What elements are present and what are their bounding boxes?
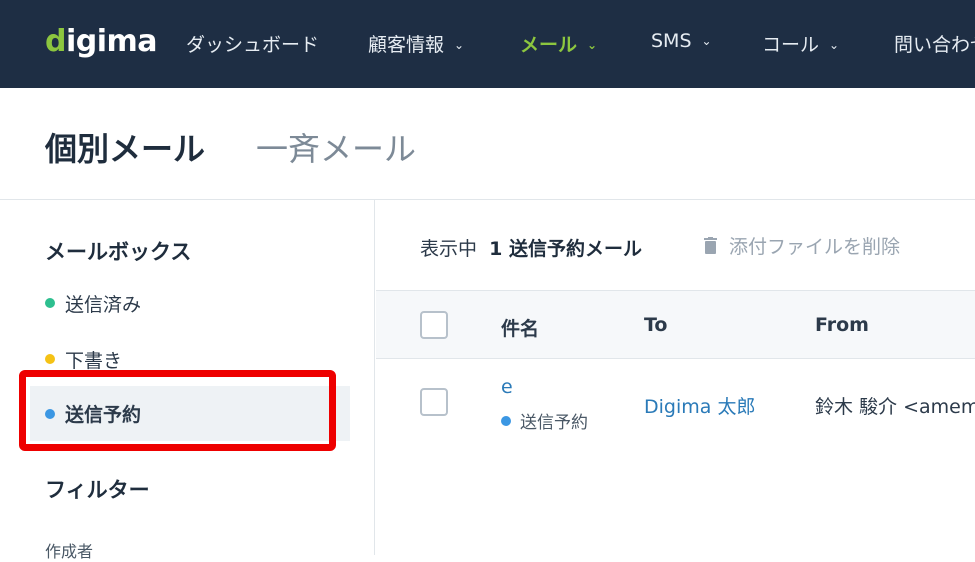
- nav-mail-label: メール: [520, 34, 578, 56]
- trash-icon: [704, 237, 717, 254]
- nav-customer-info-label: 顧客情報: [368, 34, 445, 56]
- delete-attachments-label: 添付ファイルを削除: [729, 236, 901, 258]
- row-status-label: 送信予約: [520, 413, 588, 433]
- nav-customer-info[interactable]: 顧客情報 ⌄: [368, 30, 464, 57]
- status-dot-icon: [45, 354, 55, 364]
- row-status: 送信予約: [501, 408, 588, 433]
- digima-logo[interactable]: digima: [45, 24, 158, 59]
- status-dot-icon: [45, 298, 55, 308]
- top-navigation-bar: digima ダッシュボード 顧客情報 ⌄ メール ⌄ SMS ⌄ コール ⌄ 問い合わ…: [0, 0, 975, 88]
- nav-mail[interactable]: メール ⌄: [520, 30, 597, 57]
- select-all-checkbox[interactable]: [420, 311, 448, 339]
- showing-count: 表示中 1 送信予約メール: [420, 234, 642, 261]
- column-from[interactable]: From: [815, 314, 869, 336]
- sidebar-item-label: 送信済み: [65, 293, 142, 316]
- chevron-down-icon: ⌄: [454, 38, 465, 52]
- row-from: 鈴木 駿介 <amem: [815, 396, 975, 418]
- status-dot-icon: [501, 415, 511, 426]
- showing-prefix: 表示中: [420, 238, 478, 260]
- page-header: 個別メール 一斉メール: [0, 88, 975, 200]
- nav-sms[interactable]: SMS ⌄: [651, 30, 712, 52]
- row-to[interactable]: Digima 太郎: [644, 392, 755, 419]
- nav-call[interactable]: コール ⌄: [762, 30, 839, 57]
- filter-author-label[interactable]: 作成者: [45, 538, 93, 562]
- tab-individual-mail[interactable]: 個別メール: [45, 124, 205, 170]
- delete-attachments-button[interactable]: 添付ファイルを削除: [704, 232, 900, 259]
- filter-heading: フィルター: [45, 478, 150, 502]
- chevron-down-icon: ⌄: [587, 38, 598, 52]
- nav-call-label: コール: [762, 34, 820, 56]
- highlight-box: [19, 370, 336, 451]
- tab-bulk-mail[interactable]: 一斉メール: [256, 124, 416, 170]
- row-checkbox[interactable]: [420, 388, 448, 416]
- table-header: 件名 To From: [376, 290, 975, 359]
- nav-inquiry[interactable]: 問い合わせ: [894, 30, 975, 57]
- mailbox-heading: メールボックス: [45, 240, 192, 264]
- column-to[interactable]: To: [644, 314, 668, 336]
- sidebar-item-sent[interactable]: 送信済み: [30, 282, 350, 324]
- row-subject[interactable]: e: [501, 376, 513, 398]
- showing-count-value: 1 送信予約メール: [489, 238, 642, 260]
- chevron-down-icon: ⌄: [829, 38, 840, 52]
- nav-inquiry-label: 問い合わせ: [894, 34, 975, 56]
- nav-dashboard[interactable]: ダッシュボード: [186, 30, 319, 57]
- sidebar-item-label: 下書き: [65, 349, 123, 372]
- chevron-down-icon: ⌄: [701, 34, 712, 48]
- nav-sms-label: SMS: [651, 30, 692, 52]
- column-subject[interactable]: 件名: [501, 314, 539, 341]
- nav-dashboard-label: ダッシュボード: [186, 34, 320, 56]
